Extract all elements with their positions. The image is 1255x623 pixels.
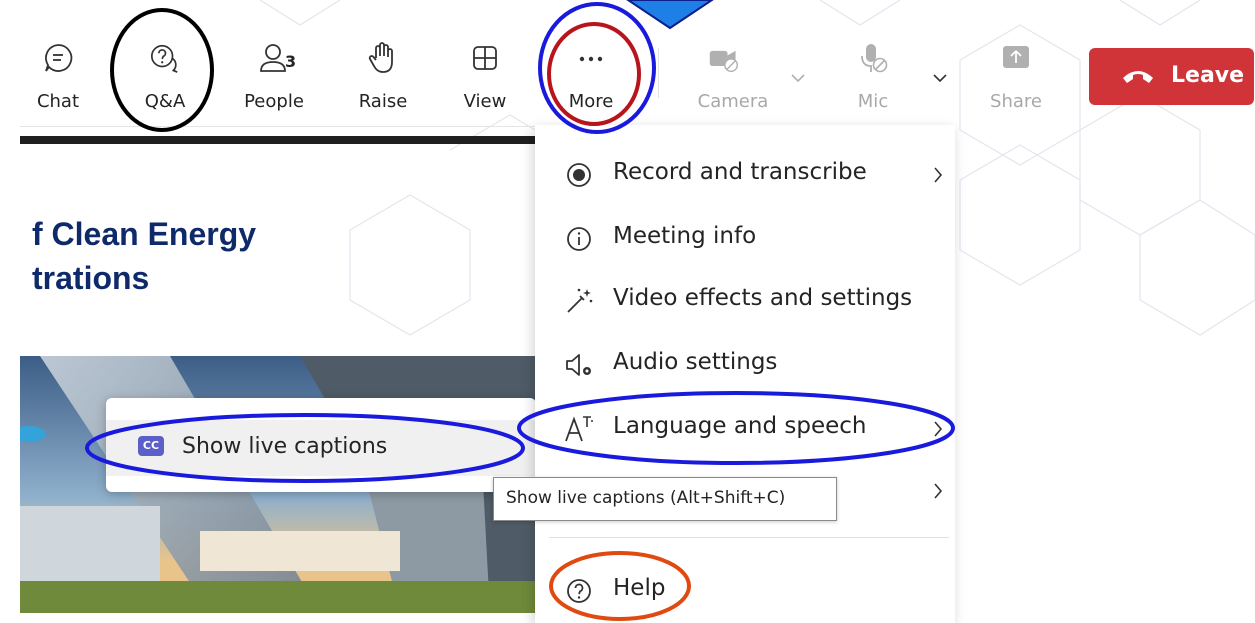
chevron-right-icon — [934, 421, 943, 437]
menu-item-label: Audio settings — [613, 349, 778, 375]
meeting-toolbar: Chat Q&A 3 People Raise View More Camera… — [0, 0, 1255, 125]
more-label: More — [568, 91, 614, 112]
people-count: 3 — [285, 52, 297, 71]
menu-item-label: Help — [613, 575, 666, 601]
language-speech-submenu: CC Show live captions — [106, 398, 536, 492]
menu-item-language-speech[interactable]: Language and speech — [535, 401, 955, 457]
language-icon — [565, 416, 593, 442]
share-label: Share — [990, 91, 1042, 112]
mic-label: Mic — [857, 91, 889, 112]
menu-item-label: Record and transcribe — [613, 159, 867, 185]
speaker-settings-icon — [566, 354, 591, 376]
show-live-captions-item[interactable]: CC Show live captions — [106, 420, 536, 476]
grid-view-icon — [473, 46, 497, 70]
chat-button[interactable]: Chat — [28, 35, 88, 120]
leave-button[interactable]: Leave — [1089, 48, 1254, 105]
share-button[interactable]: Share — [978, 35, 1054, 120]
chat-icon — [45, 44, 73, 72]
tooltip-text: Show live captions (Alt+Shift+C) — [506, 488, 786, 508]
menu-item-audio-settings[interactable]: Audio settings — [535, 337, 955, 393]
chevron-right-icon — [934, 167, 943, 183]
magic-wand-icon — [567, 288, 593, 313]
show-live-captions-label: Show live captions — [182, 434, 388, 459]
menu-item-meeting-info[interactable]: Meeting info — [535, 211, 955, 267]
leave-label: Leave — [1171, 63, 1245, 88]
camera-off-icon — [709, 50, 739, 73]
qa-button[interactable]: Q&A — [130, 35, 200, 120]
mic-button[interactable]: Mic — [828, 35, 918, 120]
ellipsis-icon — [579, 56, 603, 62]
camera-label: Camera — [697, 91, 769, 112]
help-icon — [567, 579, 591, 603]
slide-title-line1: f Clean Energy — [32, 216, 257, 252]
record-icon — [567, 163, 591, 187]
chevron-right-icon — [934, 483, 943, 499]
toolbar-divider — [658, 48, 659, 98]
hang-up-icon — [1123, 71, 1153, 83]
menu-item-record-transcribe[interactable]: Record and transcribe — [535, 147, 955, 203]
closed-captions-icon: CC — [138, 436, 164, 456]
slide-title-line2: trations — [32, 260, 150, 296]
raise-hand-icon — [368, 42, 393, 73]
menu-item-video-effects[interactable]: Video effects and settings — [535, 273, 955, 329]
stage-top-border — [20, 126, 535, 127]
qa-icon — [150, 44, 178, 73]
qa-label: Q&A — [144, 91, 186, 112]
more-button[interactable]: More — [558, 35, 624, 120]
menu-divider — [549, 537, 949, 538]
raise-label: Raise — [358, 91, 408, 112]
menu-item-label: Video effects and settings — [613, 285, 913, 311]
show-live-captions-tooltip: Show live captions (Alt+Shift+C) — [493, 477, 837, 521]
people-label: People — [244, 91, 304, 112]
mic-options-chevron-icon[interactable] — [932, 72, 948, 84]
info-icon — [567, 227, 591, 251]
chat-label: Chat — [36, 91, 80, 112]
raise-hand-button[interactable]: Raise — [350, 35, 416, 120]
camera-button[interactable]: Camera — [688, 35, 778, 120]
view-button[interactable]: View — [452, 35, 518, 120]
mic-off-icon — [861, 44, 888, 73]
slide-title: f Clean Energy trations — [32, 212, 256, 300]
menu-item-help[interactable]: Help — [535, 563, 955, 619]
more-options-menu: Record and transcribe Meeting info Video… — [535, 125, 955, 623]
view-label: View — [463, 91, 507, 112]
camera-options-chevron-icon[interactable] — [790, 72, 806, 84]
menu-item-label: Meeting info — [613, 223, 757, 249]
stage-header-bar — [20, 136, 535, 144]
share-icon — [1003, 46, 1029, 68]
people-button[interactable]: 3 People — [236, 35, 312, 120]
menu-item-label: Language and speech — [613, 413, 867, 439]
